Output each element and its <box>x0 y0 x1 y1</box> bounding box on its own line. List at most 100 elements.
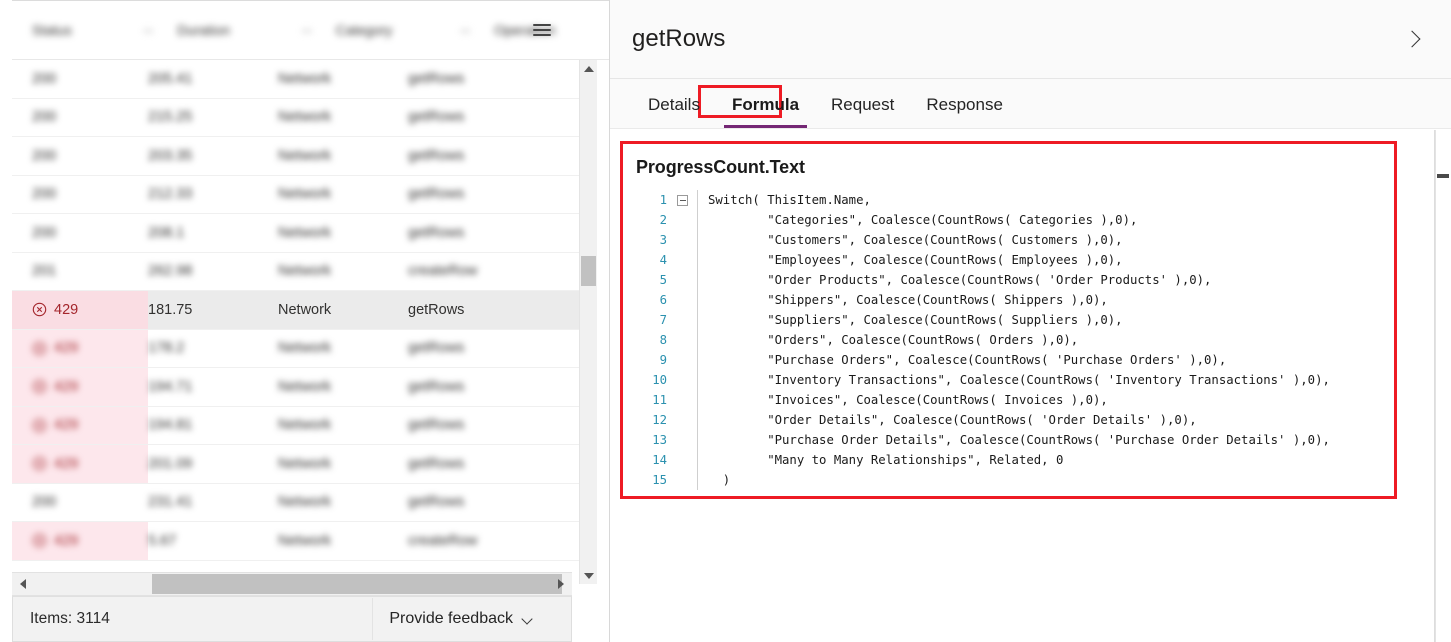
status-value: 200 <box>32 70 57 87</box>
table-row[interactable]: 200 212.33 Network getRows <box>12 175 593 214</box>
tab-formula[interactable]: Formula <box>716 95 815 128</box>
cell-duration: 178.2 <box>148 340 185 357</box>
cell-category: Network <box>278 532 332 549</box>
chevron-right-icon[interactable] <box>1399 26 1425 52</box>
filter-icon-status[interactable]: ▭ <box>143 24 153 37</box>
error-circle-x-icon <box>32 533 47 548</box>
formula-code-text[interactable]: Switch( ThisItem.Name, "Categories", Coa… <box>708 190 1394 490</box>
cell-operation: getRows <box>408 340 465 357</box>
formula-property-title: ProgressCount.Text <box>636 157 805 177</box>
line-number: 11 <box>652 393 667 407</box>
table-row[interactable]: 200 203.35 Network getRows <box>12 137 593 176</box>
cell-status: 200 <box>12 484 148 522</box>
cell-operation: getRows <box>408 186 465 203</box>
table-row[interactable]: 200 231.41 Network getRows <box>12 483 593 522</box>
provide-feedback-label: Provide feedback <box>389 610 513 627</box>
collapse-minus-icon[interactable] <box>677 195 688 206</box>
table-row[interactable]: 429 181.75 Network getRows <box>12 291 593 330</box>
scroll-up-arrow-icon[interactable] <box>580 60 597 77</box>
table-row[interactable]: 429 5.67 Network createRow <box>12 522 593 561</box>
cell-category: Network <box>278 186 332 203</box>
line-number: 6 <box>659 293 667 307</box>
cell-status: 429 <box>12 329 148 367</box>
cell-operation: getRows <box>408 494 465 511</box>
status-value: 429 <box>54 378 79 395</box>
details-pane-scrollbar[interactable] <box>1434 130 1451 642</box>
table-row[interactable]: 429 194.71 Network getRows <box>12 368 593 407</box>
tab-details[interactable]: Details <box>632 95 716 128</box>
cell-duration: 5.67 <box>148 532 177 549</box>
scroll-left-arrow-icon[interactable] <box>14 573 32 595</box>
scroll-down-arrow-icon[interactable] <box>580 567 597 584</box>
table-row[interactable]: 200 205.41 Network getRows <box>12 60 593 99</box>
column-header-operation[interactable]: Operation <box>494 22 609 38</box>
page-title: getRows <box>632 25 726 52</box>
cell-category: Network <box>278 340 332 357</box>
column-header-status[interactable]: Status <box>12 22 143 38</box>
status-value: 201 <box>32 263 57 280</box>
cell-duration: 262.98 <box>148 263 193 280</box>
table-row[interactable]: 201 262.98 Network createRow <box>12 252 593 291</box>
cell-operation: getRows <box>408 147 465 164</box>
filter-icon-duration[interactable]: ▭ <box>302 24 312 37</box>
status-value: 429 <box>54 455 79 472</box>
line-number: 10 <box>652 373 667 387</box>
table-row[interactable]: 429 178.2 Network getRows <box>12 329 593 368</box>
cell-status: 201 <box>12 253 148 291</box>
tab-response[interactable]: Response <box>910 95 1019 128</box>
code-line: "Inventory Transactions", Coalesce(Count… <box>708 373 1330 387</box>
line-number: 13 <box>652 433 667 447</box>
code-line: "Orders", Coalesce(CountRows( Orders ),0… <box>708 333 1079 347</box>
table-vertical-scrollbar[interactable] <box>579 60 597 584</box>
status-value: 429 <box>54 417 79 434</box>
status-value: 200 <box>32 147 57 164</box>
cell-category: Network <box>278 263 332 280</box>
cell-category: Network <box>278 147 332 164</box>
cell-category: Network <box>278 224 332 241</box>
cell-status: 429 <box>12 291 148 329</box>
provide-feedback-button[interactable]: Provide feedback <box>372 598 551 640</box>
code-line: "Employees", Coalesce(CountRows( Employe… <box>708 253 1123 267</box>
table-row[interactable]: 200 208.1 Network getRows <box>12 214 593 253</box>
formula-highlight-box: ProgressCount.Text 1 2 3 4 5 6 7 8 9 10 11 12 13 14 15… <box>620 141 1397 499</box>
line-number: 3 <box>659 233 667 247</box>
details-pane-scroll-thumb[interactable] <box>1437 174 1449 178</box>
horizontal-scroll-thumb[interactable] <box>152 574 562 594</box>
cell-category: Network <box>278 109 332 126</box>
items-count-label: Items: 3114 <box>30 610 110 627</box>
hamburger-menu-icon[interactable] <box>533 24 551 36</box>
scroll-right-arrow-icon[interactable] <box>552 573 570 595</box>
column-header-duration[interactable]: Duration <box>177 22 302 38</box>
table-rows-container: 200 205.41 Network getRows 200 215.25 Network g… <box>12 60 593 572</box>
code-line: "Categories", Coalesce(CountRows( Catego… <box>708 213 1138 227</box>
scrollbar-track-line <box>1435 130 1436 642</box>
code-line: Switch( ThisItem.Name, <box>708 193 871 207</box>
filter-icon-category[interactable]: ▭ <box>460 24 470 37</box>
cell-duration: 231.41 <box>148 494 193 511</box>
table-row[interactable]: 200 215.25 Network getRows <box>12 98 593 137</box>
code-divider-line <box>697 190 698 490</box>
line-number: 4 <box>659 253 667 267</box>
status-value: 429 <box>54 301 79 318</box>
cell-operation: getRows <box>408 70 465 87</box>
column-header-category[interactable]: Category <box>336 22 461 38</box>
line-number: 2 <box>659 213 667 227</box>
table-header-row: Status ▭ Duration ▭ Category ▭ Operation <box>12 0 609 60</box>
details-pane-title-bar: getRows <box>610 0 1451 79</box>
tab-request[interactable]: Request <box>815 95 910 128</box>
formula-code-area[interactable]: 1 2 3 4 5 6 7 8 9 10 11 12 13 14 15 Switch( ThisItem.N… <box>623 190 1394 490</box>
error-circle-x-icon <box>32 341 47 356</box>
cell-operation: getRows <box>408 455 465 472</box>
code-line: ) <box>708 473 731 487</box>
table-row[interactable]: 429 194.81 Network getRows <box>12 406 593 445</box>
cell-status: 429 <box>12 368 148 406</box>
cell-status: 200 <box>12 60 148 98</box>
line-number: 8 <box>659 333 667 347</box>
details-pane: getRows Details Formula Request Response Pr… <box>610 0 1451 642</box>
vertical-scroll-thumb[interactable] <box>581 256 596 286</box>
table-row[interactable]: 429 201.09 Network getRows <box>12 445 593 484</box>
status-value: 429 <box>54 532 79 549</box>
table-horizontal-scrollbar[interactable] <box>12 572 572 596</box>
cell-status: 200 <box>12 99 148 137</box>
code-line: "Order Details", Coalesce(CountRows( 'Or… <box>708 413 1197 427</box>
